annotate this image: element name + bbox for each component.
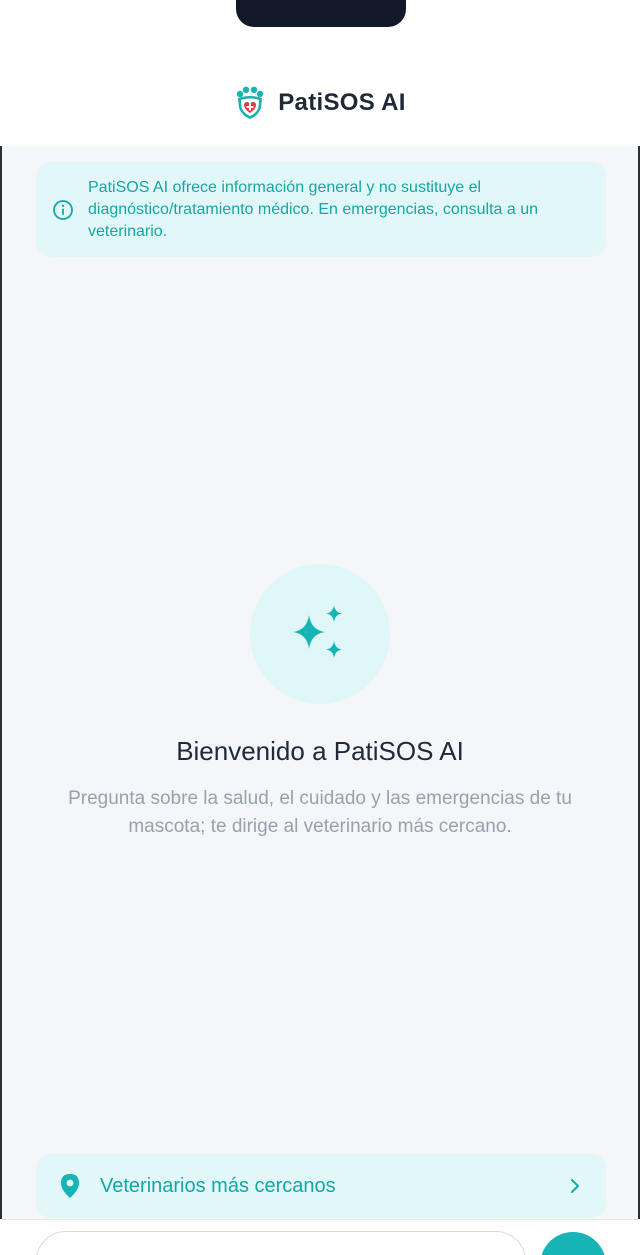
info-icon (53, 199, 73, 220)
disclaimer-text: PatiSOS AI ofrece información general y … (88, 178, 539, 240)
welcome-title: Bienvenido a PatiSOS AI (176, 736, 464, 766)
brand: PatiSOS AI (234, 86, 405, 120)
location-pin-icon (61, 1174, 79, 1198)
nearest-vets-button[interactable]: Veterinarios más cercanos (36, 1154, 606, 1218)
welcome-subtitle: Pregunta sobre la salud, el cuidado y la… (68, 788, 572, 837)
device-notch (236, 0, 406, 27)
welcome-section: Bienvenido a PatiSOS AI Pregunta sobre l… (0, 564, 640, 841)
app-title: PatiSOS AI (278, 89, 406, 116)
message-input[interactable] (36, 1231, 526, 1255)
chevron-right-icon (571, 1179, 579, 1193)
disclaimer-banner: PatiSOS AI ofrece información general y … (36, 162, 606, 257)
sparkles-icon (293, 605, 342, 658)
nearest-vets-label: Veterinarios más cercanos (100, 1174, 336, 1197)
paw-shield-icon (237, 86, 264, 119)
sparkles-badge (250, 564, 390, 704)
